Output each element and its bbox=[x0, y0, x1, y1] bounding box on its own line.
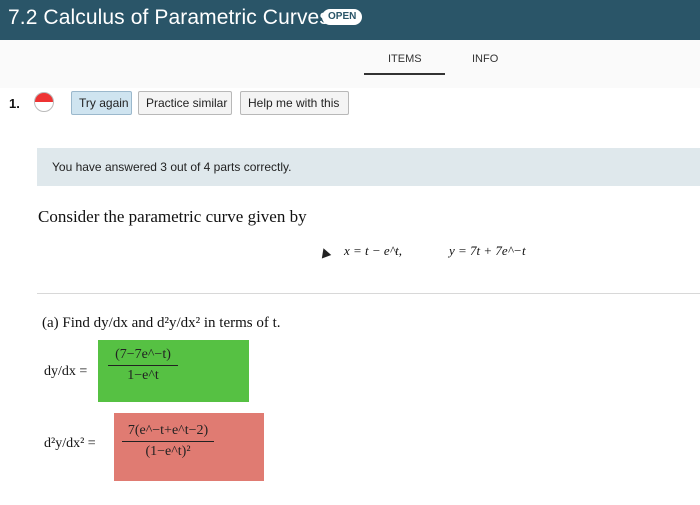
fraction-bar bbox=[122, 441, 214, 442]
dy-dx-label: dy/dx = bbox=[44, 364, 88, 379]
d2y-dx2-denominator: (1−e^t)² bbox=[145, 444, 191, 459]
equation-y: y = 7t + 7e^−t bbox=[449, 243, 526, 258]
page-title: 7.2 Calculus of Parametric Curves bbox=[8, 6, 330, 29]
equation-x: x = t − e^t, bbox=[344, 243, 403, 258]
dy-dx-fraction: (7−7e^−t) 1−e^t bbox=[108, 347, 178, 384]
question-number: 1. bbox=[9, 96, 20, 111]
question-prompt: Consider the parametric curve given by bbox=[38, 207, 307, 226]
practice-similar-button[interactable]: Practice similar bbox=[138, 91, 232, 115]
tab-items[interactable]: ITEMS bbox=[388, 53, 422, 65]
dy-dx-answer-box[interactable]: (7−7e^−t) 1−e^t bbox=[98, 340, 249, 402]
mouse-cursor-icon bbox=[318, 246, 332, 259]
d2y-dx2-fraction: 7(e^−t+e^t−2) (1−e^t)² bbox=[122, 423, 214, 460]
help-me-button[interactable]: Help me with this bbox=[240, 91, 349, 115]
partial-credit-icon bbox=[34, 92, 54, 112]
d2y-dx2-numerator: 7(e^−t+e^t−2) bbox=[127, 423, 209, 438]
fraction-bar bbox=[108, 365, 178, 366]
dy-dx-numerator: (7−7e^−t) bbox=[115, 347, 171, 362]
d2y-dx2-answer-box[interactable]: 7(e^−t+e^t−2) (1−e^t)² bbox=[114, 413, 264, 481]
try-again-button[interactable]: Try again bbox=[71, 91, 132, 115]
score-banner: You have answered 3 out of 4 parts corre… bbox=[37, 148, 700, 186]
title-bar: 7.2 Calculus of Parametric Curves OPEN bbox=[0, 0, 700, 40]
d2y-dx2-label: d²y/dx² = bbox=[44, 436, 96, 451]
tab-info[interactable]: INFO bbox=[472, 53, 498, 65]
part-a-prompt: (a) Find dy/dx and d²y/dx² in terms of t… bbox=[42, 315, 281, 331]
score-banner-text: You have answered 3 out of 4 parts corre… bbox=[52, 160, 292, 174]
section-divider bbox=[37, 293, 700, 294]
dy-dx-denominator: 1−e^t bbox=[127, 368, 159, 383]
tabs-area: ITEMS INFO bbox=[0, 40, 700, 88]
open-badge: OPEN bbox=[322, 9, 363, 25]
active-tab-indicator bbox=[364, 73, 445, 75]
